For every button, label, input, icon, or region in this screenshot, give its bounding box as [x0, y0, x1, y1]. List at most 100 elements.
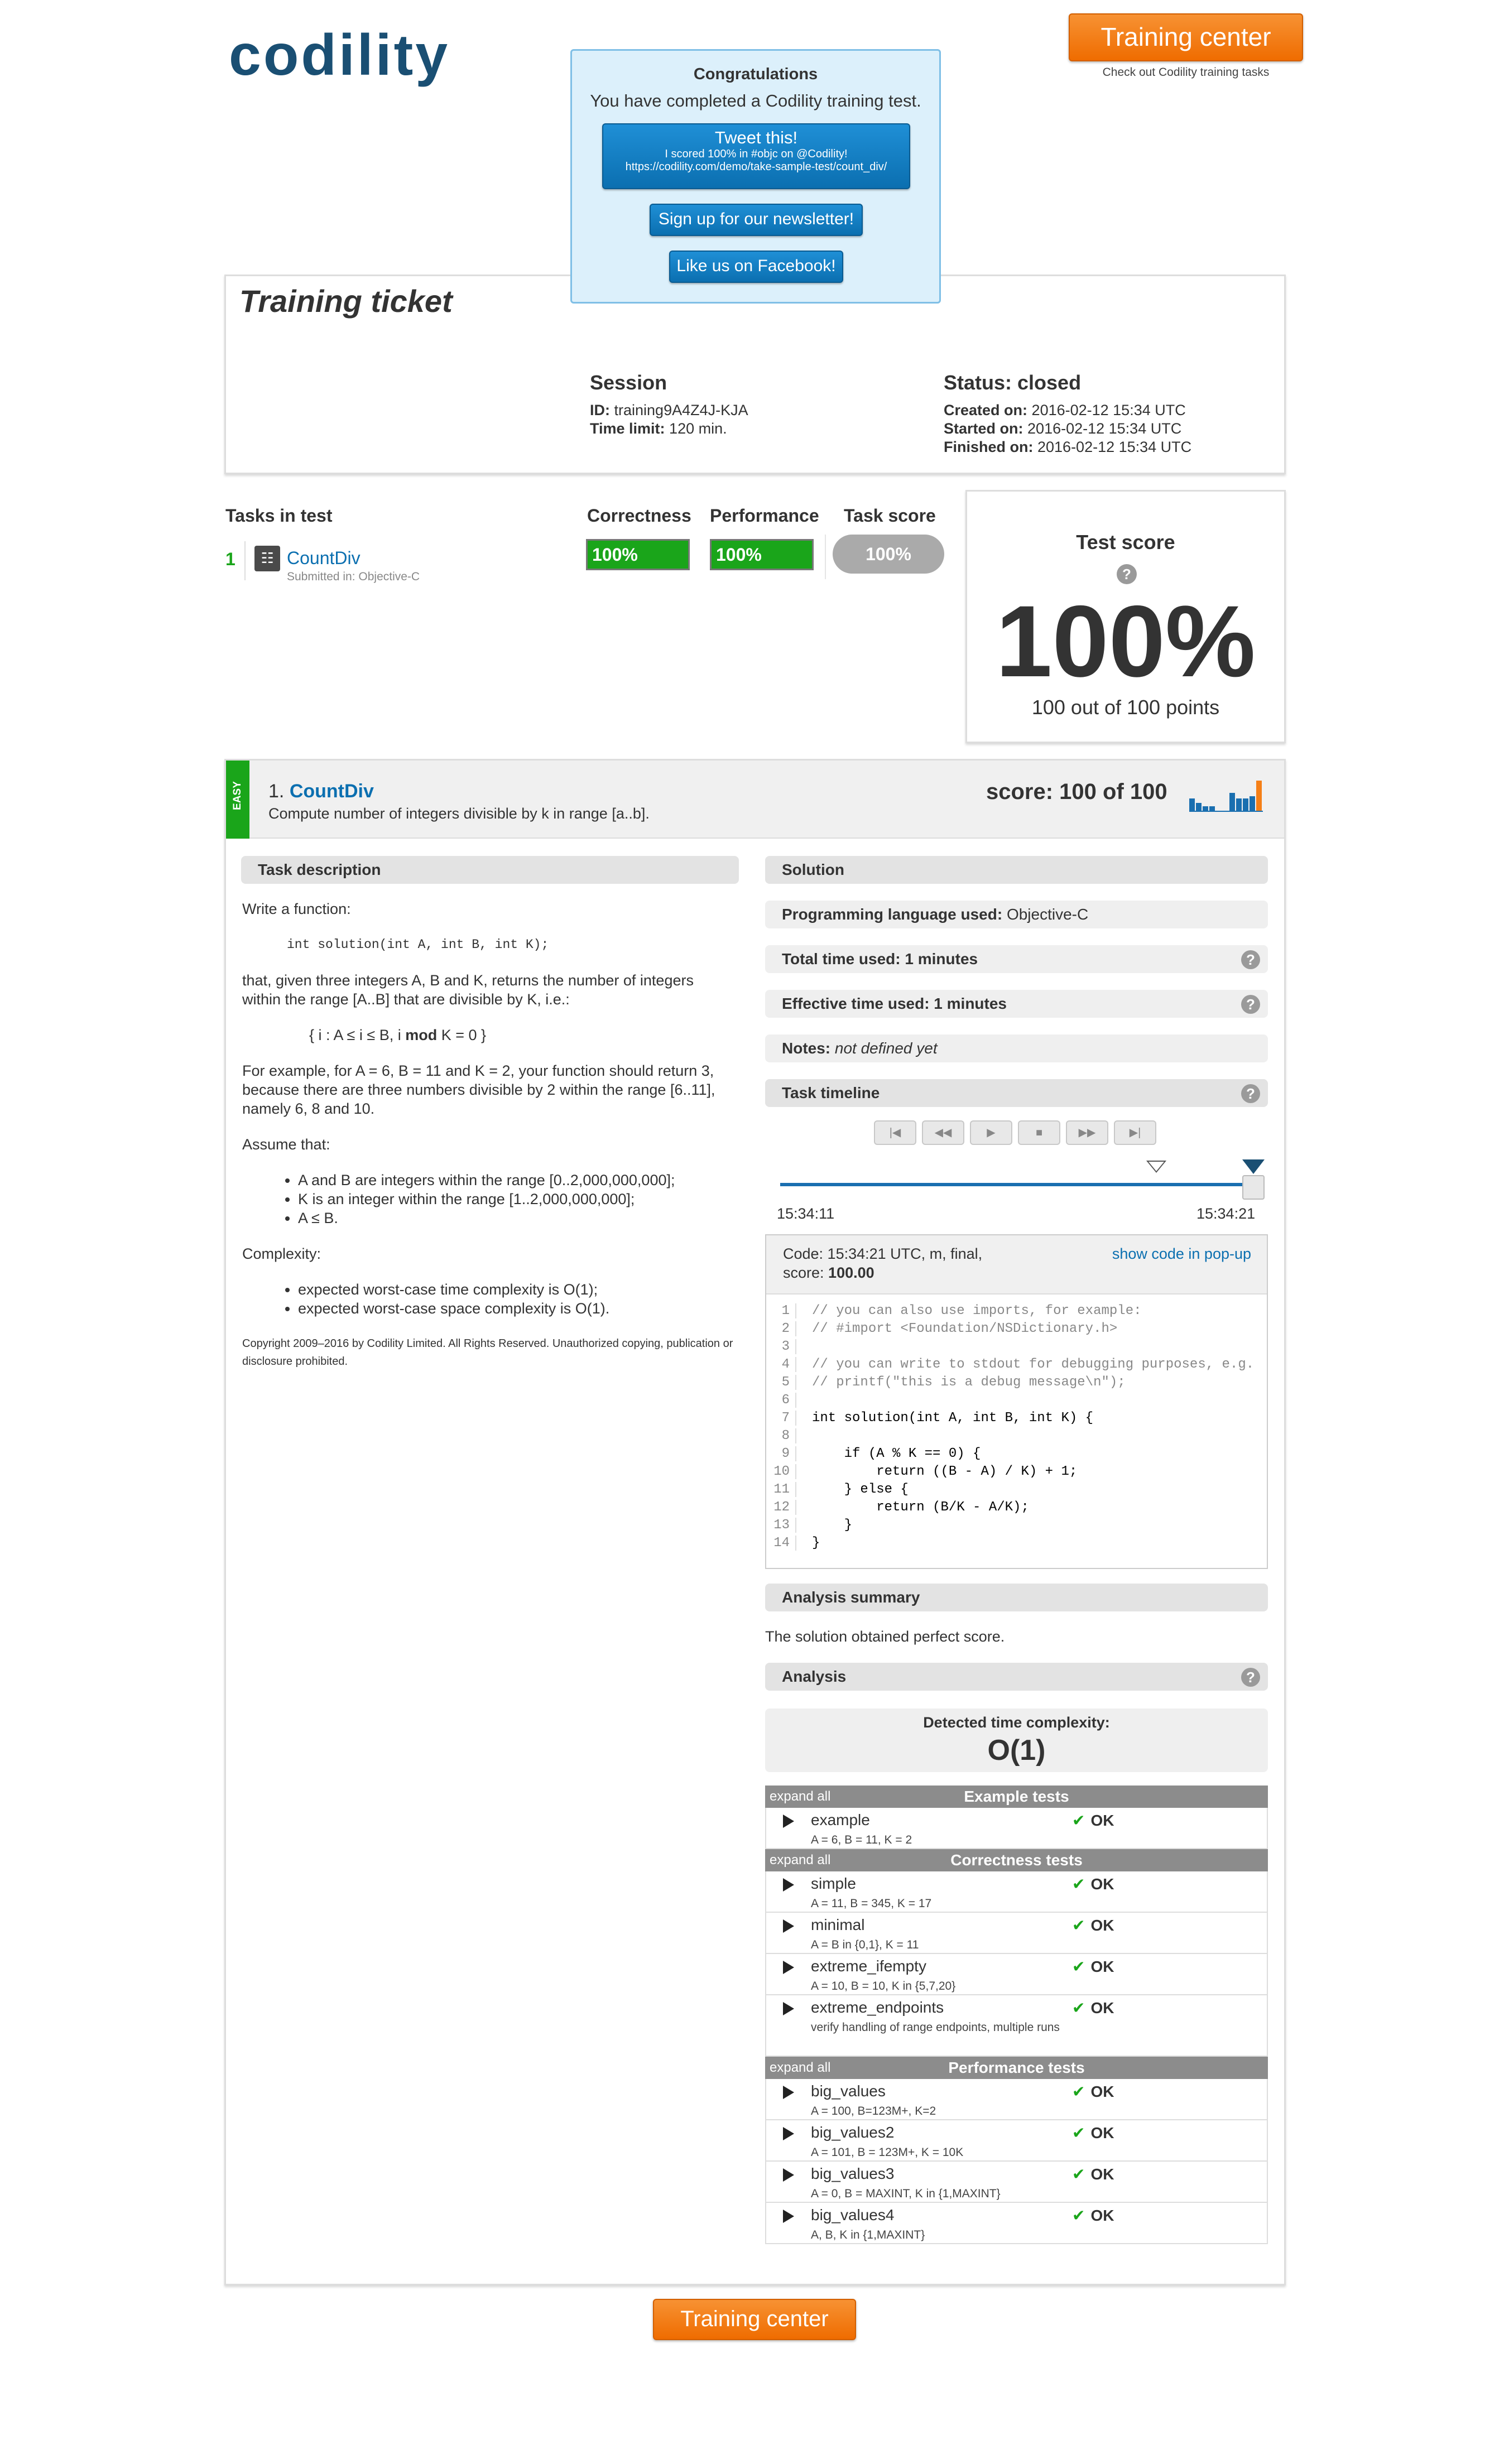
test-result: ✔ OK [1072, 2207, 1114, 2224]
last-icon[interactable]: ▶| [1114, 1120, 1156, 1145]
assumption-item: A ≤ B. [298, 1209, 733, 1228]
task-submitted: Submitted in: Objective-C [287, 570, 420, 583]
timeline-marker-icon[interactable] [1242, 1159, 1265, 1174]
task-title: 1. CountDiv [268, 781, 374, 802]
test-name: example [811, 1811, 870, 1828]
tasks-heading: Tasks in test [225, 506, 333, 526]
expand-triangle-icon[interactable] [783, 2168, 794, 2182]
total-time-row: Total time used: 1 minutes? [765, 945, 1268, 973]
test-result: ✔ OK [1072, 1812, 1114, 1829]
help-icon[interactable]: ? [1117, 564, 1137, 584]
solution-header: Solution [765, 856, 1268, 884]
divider [244, 541, 246, 580]
code-text: if (A % K == 0) { [812, 1446, 981, 1461]
test-row[interactable]: example A = 6, B = 11, K = 2 ✔ OK [765, 1808, 1268, 1849]
help-icon[interactable]: ? [1241, 1668, 1260, 1687]
help-icon[interactable]: ? [1241, 995, 1260, 1014]
test-description: A = 101, B = 123M+, K = 10K [811, 2146, 964, 2159]
rewind-icon[interactable]: ◀◀ [922, 1120, 964, 1145]
task-description-header: Task description [241, 856, 739, 884]
code-line: 2 // #import <Foundation/NSDictionary.h> [766, 1321, 1117, 1339]
checkmark-icon: ✔ [1072, 1958, 1085, 1975]
correctness-bar: 100% [586, 539, 690, 570]
play-icon[interactable]: ▶ [970, 1120, 1012, 1145]
line-number: 13 [766, 1518, 796, 1533]
test-name: big_values [811, 2082, 886, 2100]
test-description: A = 100, B=123M+, K=2 [811, 2105, 936, 2118]
help-icon[interactable]: ? [1241, 950, 1260, 969]
tweet-button[interactable]: Tweet this! I scored 100% in #objc on @C… [602, 123, 910, 189]
test-row[interactable]: big_values4 A, B, K in {1,MAXINT} ✔ OK [765, 2203, 1268, 2244]
line-number: 4 [766, 1357, 796, 1372]
assumption-item: K is an integer within the range [1..2,0… [298, 1190, 733, 1209]
task-name-link[interactable]: CountDiv [290, 781, 374, 802]
checkmark-icon: ✔ [1072, 2083, 1085, 2100]
code-line: 7 int solution(int A, int B, int K) { [766, 1411, 1093, 1428]
expand-triangle-icon[interactable] [783, 2210, 794, 2223]
tests-group-header: expand all Example tests [765, 1786, 1268, 1808]
expand-triangle-icon[interactable] [783, 1815, 794, 1828]
code-line: 1 // you can also use imports, for exampl… [766, 1303, 1142, 1321]
test-row[interactable]: extreme_ifempty A = 10, B = 10, K in {5,7… [765, 1954, 1268, 1995]
timeline-end-time: 15:34:21 [1196, 1205, 1256, 1222]
popup-title: Congratulations [693, 65, 818, 83]
show-code-popup-link[interactable]: show code in pop-up [1112, 1245, 1251, 1263]
task-link-countdiv[interactable]: CountDiv [287, 548, 361, 569]
line-number: 2 [766, 1321, 796, 1336]
code-line: 13 } [766, 1518, 852, 1536]
code-listing: 1 // you can also use imports, for exampl… [766, 1303, 1267, 1566]
footer-training-center-button[interactable]: Training center [653, 2299, 856, 2340]
test-result: ✔ OK [1072, 1999, 1114, 2017]
test-score-panel: Test score ? 100% 100 out of 100 points [965, 490, 1286, 743]
stop-icon[interactable]: ■ [1018, 1120, 1060, 1145]
task-summary: Compute number of integers divisible by … [268, 805, 650, 822]
tests-group-title: Performance tests [948, 2059, 1085, 2076]
code-text: } [812, 1536, 820, 1551]
test-row[interactable]: simple A = 11, B = 345, K = 17 ✔ OK [765, 1871, 1268, 1913]
expand-triangle-icon[interactable] [783, 1919, 794, 1933]
expand-triangle-icon[interactable] [783, 2086, 794, 2099]
test-score-points: 100 out of 100 points [1031, 696, 1220, 719]
facebook-button[interactable]: Like us on Facebook! [669, 251, 843, 283]
test-description: A = 0, B = MAXINT, K in {1,MAXINT} [811, 2187, 1001, 2200]
task-timeline-header: Task timeline? [765, 1079, 1268, 1107]
codility-logo[interactable]: codility [229, 22, 450, 89]
complexity-box: Detected time complexity: O(1) [765, 1709, 1268, 1772]
list-icon: ☷ [254, 546, 280, 571]
assumption-item: A and B are integers within the range [0… [298, 1171, 733, 1190]
code-text: return ((B - A) / K) + 1; [812, 1464, 1078, 1479]
forward-icon[interactable]: ▶▶ [1066, 1120, 1108, 1145]
first-icon[interactable]: |◀ [874, 1120, 916, 1145]
line-number: 5 [766, 1375, 796, 1390]
notes-row: Notes: not defined yet [765, 1034, 1268, 1062]
test-result: ✔ OK [1072, 1958, 1114, 1975]
test-row[interactable]: extreme_endpoints verify handling of rang… [765, 1995, 1268, 2057]
test-result: ✔ OK [1072, 2165, 1114, 2183]
popup-text: You have completed a Codility training t… [590, 91, 921, 110]
code-text: // you can also use imports, for example… [812, 1303, 1142, 1318]
expand-triangle-icon[interactable] [783, 2002, 794, 2015]
newsletter-button[interactable]: Sign up for our newsletter! [650, 204, 863, 236]
code-line: 6 [766, 1393, 812, 1411]
code-text: } [812, 1518, 853, 1533]
test-row[interactable]: minimal A = B in {0,1}, K = 11 ✔ OK [765, 1913, 1268, 1954]
test-description: A = 11, B = 345, K = 17 [811, 1897, 932, 1910]
test-result: ✔ OK [1072, 1917, 1114, 1934]
copyright: Copyright 2009–2016 by Codility Limited.… [242, 1337, 733, 1368]
timeline-slider-handle[interactable] [1242, 1175, 1265, 1200]
help-icon[interactable]: ? [1241, 1084, 1260, 1103]
tests-group-title: Example tests [964, 1788, 1069, 1805]
test-row[interactable]: big_values3 A = 0, B = MAXINT, K in {1,MA… [765, 2162, 1268, 2203]
test-row[interactable]: big_values2 A = 101, B = 123M+, K = 10K ✔ O… [765, 2120, 1268, 2162]
timeline-marker-inner [1148, 1162, 1164, 1171]
line-number: 8 [766, 1428, 796, 1443]
test-row[interactable]: big_values A = 100, B=123M+, K=2 ✔ OK [765, 2079, 1268, 2120]
checkmark-icon: ✔ [1072, 2165, 1085, 2183]
complexity-item: expected worst-case time complexity is O… [298, 1280, 733, 1299]
test-description: verify handling of range endpoints, mult… [811, 2021, 1060, 2034]
expand-triangle-icon[interactable] [783, 1961, 794, 1974]
training-center-button[interactable]: Training center [1069, 13, 1303, 61]
expand-triangle-icon[interactable] [783, 2127, 794, 2140]
expand-triangle-icon[interactable] [783, 1878, 794, 1892]
task-number: 1 [225, 549, 236, 569]
